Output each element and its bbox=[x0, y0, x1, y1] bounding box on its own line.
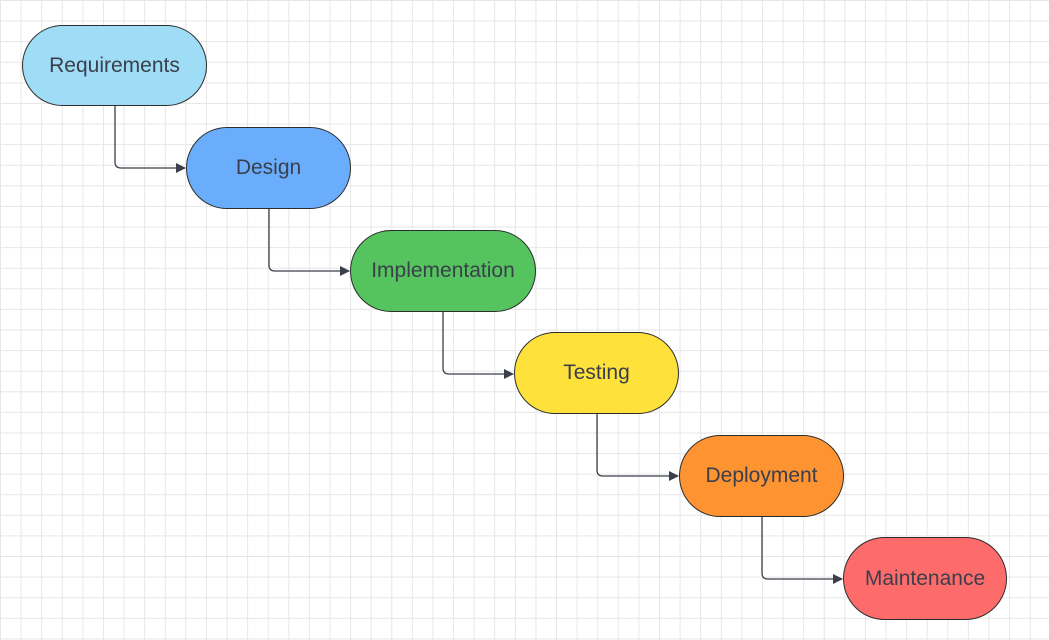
connector-design-to-implementation bbox=[268, 209, 350, 276]
connector-testing-to-deployment bbox=[596, 414, 679, 481]
node-maintenance[interactable]: Maintenance bbox=[843, 537, 1007, 620]
node-requirements[interactable]: Requirements bbox=[22, 25, 207, 106]
node-implementation[interactable]: Implementation bbox=[350, 230, 536, 312]
node-design[interactable]: Design bbox=[186, 127, 351, 209]
diagram-canvas: Requirements Design Implementation Testi… bbox=[0, 0, 1049, 640]
connector-implementation-to-testing bbox=[442, 312, 514, 379]
node-testing[interactable]: Testing bbox=[514, 332, 679, 414]
connector-requirements-to-design bbox=[114, 106, 186, 173]
connector-deployment-to-maintenance bbox=[761, 517, 843, 584]
node-deployment[interactable]: Deployment bbox=[679, 435, 844, 517]
